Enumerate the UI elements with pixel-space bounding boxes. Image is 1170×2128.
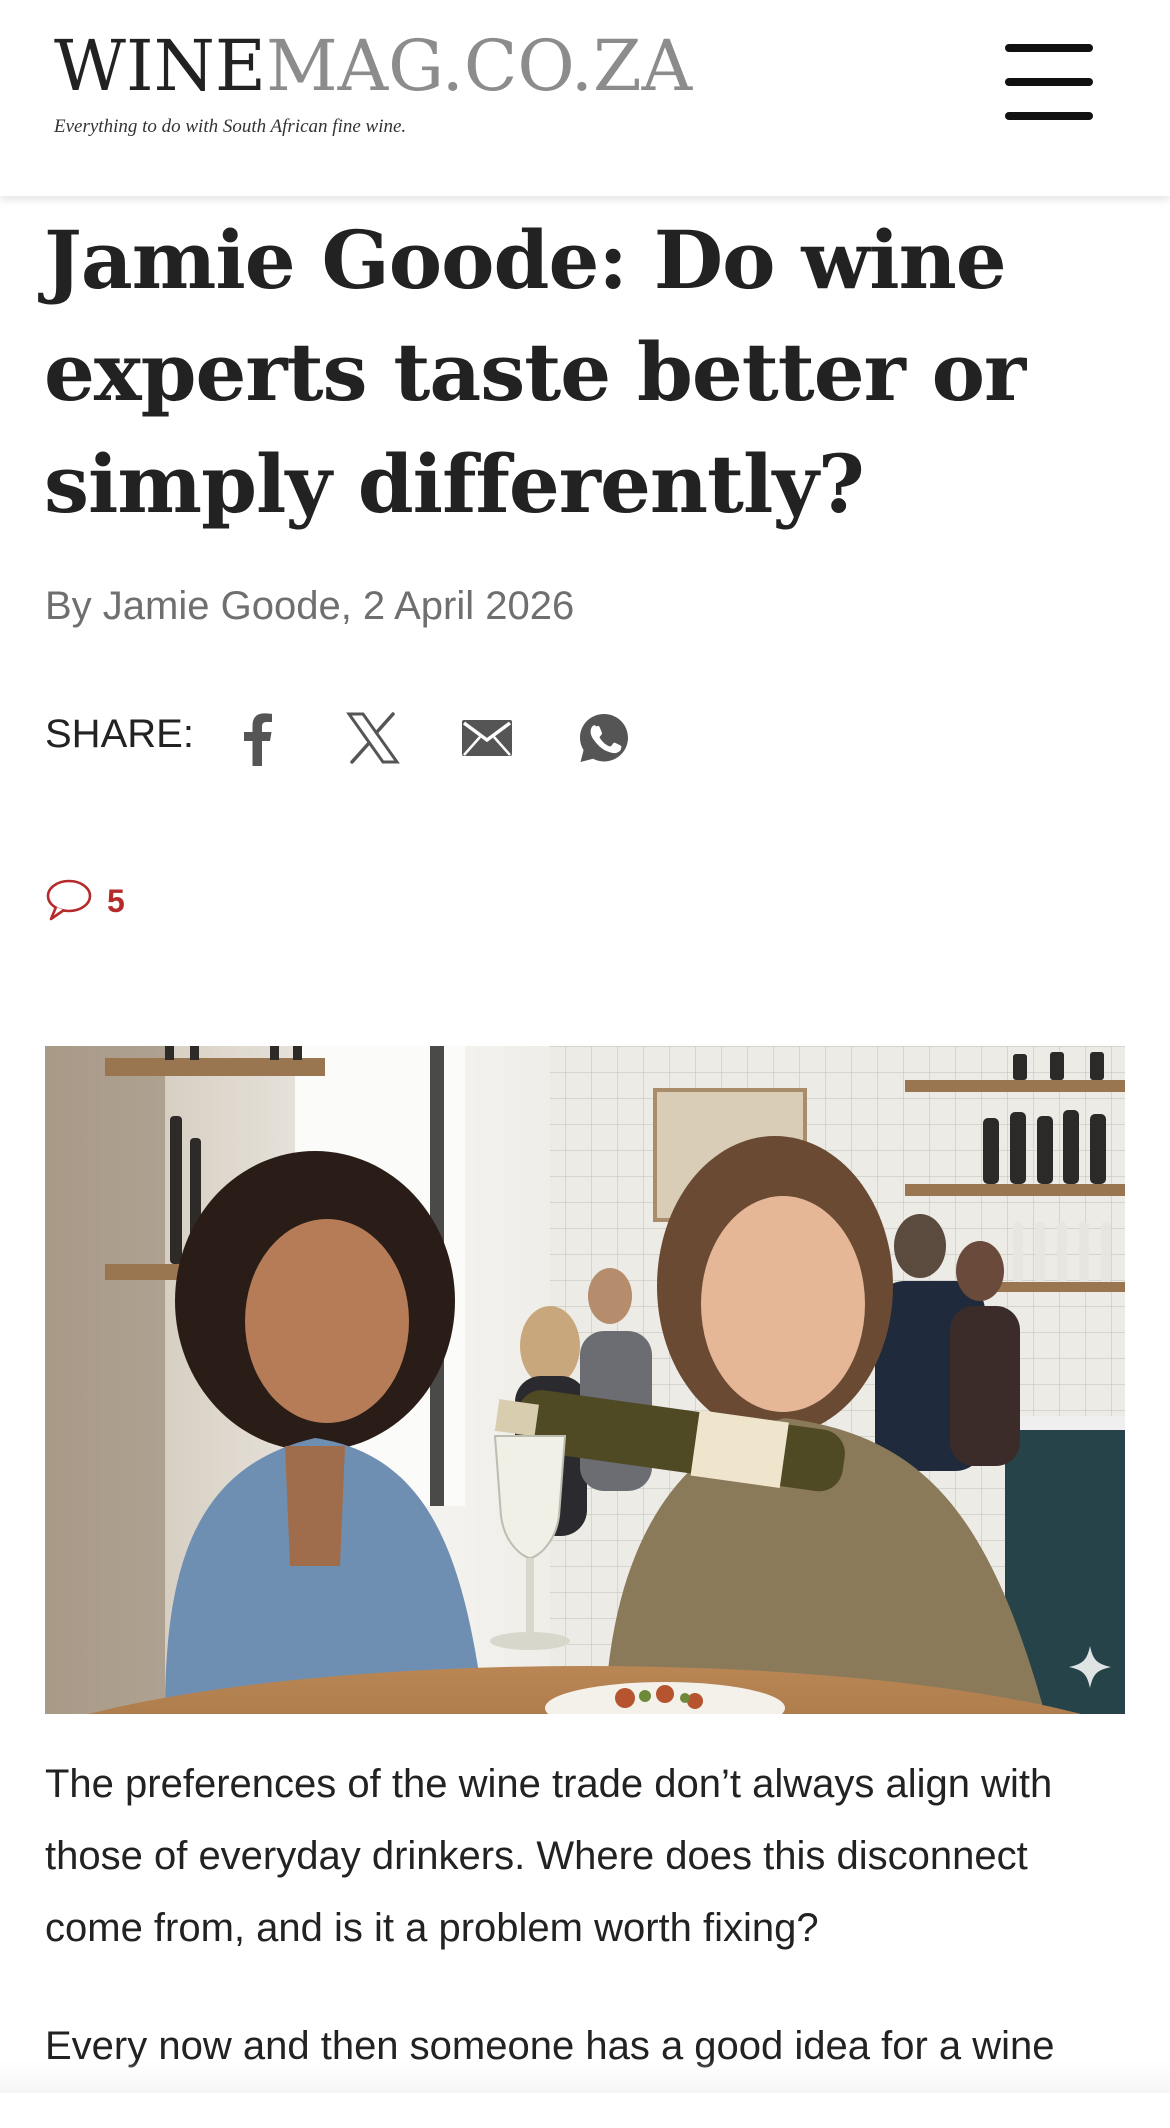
article-paragraph: The preferences of the wine trade don’t … [45,1762,1053,1950]
article-hero-image[interactable] [45,1046,1125,1714]
x-icon[interactable] [341,706,405,770]
logo-wordmark: WINEMAG.CO.ZA [54,22,692,110]
scroll-fade [0,2060,1170,2093]
share-label: SHARE: [45,712,194,756]
email-icon[interactable] [455,706,519,770]
whatsapp-icon[interactable] [572,706,636,770]
menu-bar [1005,78,1093,86]
site-header: WINEMAG.CO.ZA Everything to do with Sout… [0,0,1170,196]
comment-bubble-icon [45,877,93,925]
logo-text-light: MAG.CO.ZA [265,25,693,107]
article-title: Jamie Goode: Do wine experts taste bette… [44,213,1026,531]
logo-text-dark: WINE [54,25,266,107]
article-byline: By Jamie Goode, 2 April 2026 [45,584,575,628]
hamburger-menu-icon[interactable] [1003,44,1095,120]
comments-link[interactable]: 5 [45,876,125,926]
menu-bar [1005,44,1093,52]
logo-tagline: Everything to do with South African fine… [54,116,407,137]
menu-bar [1005,112,1093,120]
facebook-icon[interactable] [225,706,289,770]
comments-count: 5 [107,882,125,919]
site-logo[interactable]: WINEMAG.CO.ZA Everything to do with Sout… [54,22,692,137]
